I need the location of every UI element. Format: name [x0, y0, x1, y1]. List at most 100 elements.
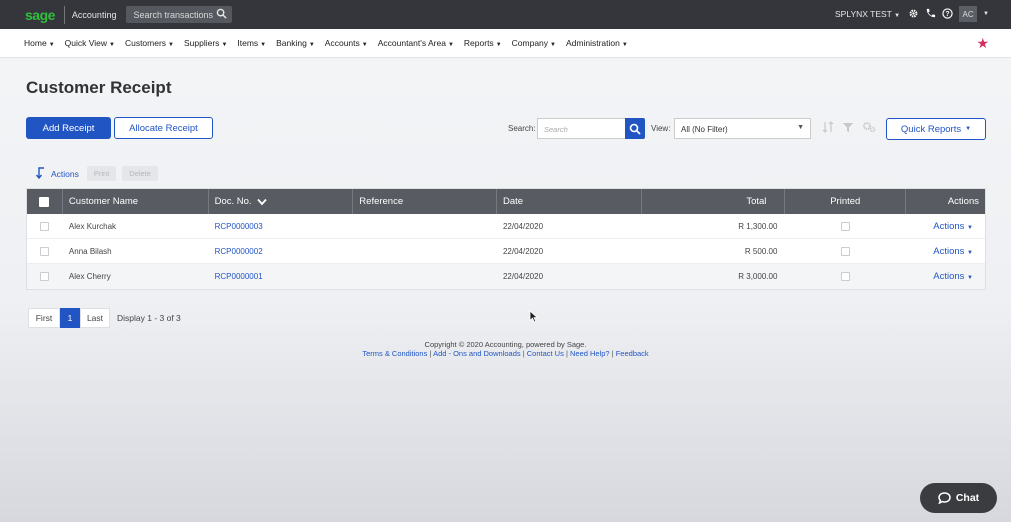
receipts-table: Customer Name Doc. No. Reference Date To… — [26, 188, 986, 290]
add-receipt-button[interactable]: Add Receipt — [26, 117, 111, 139]
table-row[interactable]: Alex Cherry RCP0000001 22/04/2020 R 3,00… — [27, 264, 985, 289]
first-page-button[interactable]: First — [28, 308, 60, 328]
menu-item-suppliers[interactable]: Suppliers ▼ — [184, 38, 227, 48]
footer-link-terms[interactable]: Terms & Conditions — [362, 349, 427, 358]
filter-icon[interactable] — [842, 121, 854, 135]
caret-down-icon: ▼ — [308, 42, 315, 48]
menu-item-administration[interactable]: Administration ▼ — [566, 38, 628, 48]
app-name: Accounting — [71, 9, 117, 20]
doc-no-link[interactable]: RCP0000002 — [215, 247, 263, 256]
header-doc-no-label: Doc. No. — [214, 196, 252, 207]
chat-label: Chat — [955, 492, 980, 504]
menu-label: Banking — [276, 38, 307, 48]
print-button[interactable]: Print — [86, 166, 117, 181]
menu-item-home[interactable]: Home ▼ — [24, 38, 55, 48]
phone-icon[interactable] — [925, 8, 936, 21]
caret-down-icon: ▼ — [447, 42, 454, 48]
delete-button[interactable]: Delete — [122, 166, 158, 181]
menu-item-banking[interactable]: Banking ▼ — [276, 38, 315, 48]
doc-no-cell: RCP0000002 — [209, 239, 354, 263]
caret-down-icon: ▼ — [550, 42, 556, 48]
header-reference[interactable]: Reference — [353, 189, 497, 214]
header-actions: Actions — [947, 196, 979, 207]
company-name: SPLYNX TEST — [835, 9, 892, 19]
printed-checkbox[interactable] — [841, 221, 851, 231]
doc-no-link[interactable]: RCP0000001 — [215, 272, 263, 281]
sort-desc-icon — [256, 198, 267, 205]
caret-down-icon: ▼ — [221, 42, 228, 48]
user-avatar[interactable]: AC — [959, 6, 978, 22]
favorite-star-icon[interactable]: ★ — [976, 35, 989, 52]
menu-item-company[interactable]: Company ▼ — [512, 38, 556, 48]
doc-no-link[interactable]: RCP0000003 — [215, 222, 263, 231]
logo-divider — [63, 5, 65, 24]
menu-label: Administration — [565, 38, 620, 48]
row-checkbox[interactable] — [40, 272, 50, 281]
header-total[interactable]: Total — [642, 189, 786, 214]
search-input[interactable]: Search — [537, 118, 626, 139]
header-customer-name[interactable]: Customer Name — [63, 189, 209, 214]
row-actions-dropdown[interactable]: Actions ▼ — [933, 246, 973, 257]
footer-link-help[interactable]: Need Help? — [570, 349, 610, 358]
select-all-cell — [27, 189, 63, 214]
bulk-actions-arrow-icon — [35, 166, 46, 181]
user-menu-chevron-icon[interactable]: ▼ — [983, 11, 989, 17]
footer-link-contact[interactable]: Contact Us — [527, 349, 564, 358]
gear-icon[interactable] — [908, 8, 919, 21]
menu-item-items[interactable]: Items ▼ — [237, 38, 266, 48]
search-button[interactable] — [625, 118, 645, 139]
last-page-button[interactable]: Last — [80, 308, 110, 328]
header-printed[interactable]: Printed — [785, 189, 907, 214]
date: 22/04/2020 — [502, 221, 544, 231]
row-select-cell — [27, 214, 63, 238]
menu-item-quick-view[interactable]: Quick View ▼ — [65, 38, 115, 48]
menu-label: Company — [511, 38, 549, 48]
doc-no-cell: RCP0000001 — [209, 264, 354, 289]
table-row[interactable]: Alex Kurchak RCP0000003 22/04/2020 R 1,3… — [27, 214, 985, 239]
footer-link-feedback[interactable]: Feedback — [616, 349, 649, 358]
caret-down-icon: ▼ — [621, 42, 628, 48]
company-selector[interactable]: SPLYNX TEST ▼ — [835, 9, 900, 19]
menu-item-accounts[interactable]: Accounts ▼ — [325, 38, 368, 48]
quick-reports-button[interactable]: Quick Reports ▼ — [886, 118, 986, 140]
reference — [353, 264, 497, 289]
row-actions-cell: Actions ▼ — [906, 264, 985, 289]
table-row[interactable]: Anna Bilash RCP0000002 22/04/2020 R 500.… — [27, 239, 985, 264]
total: R 500.00 — [744, 246, 778, 256]
menu-item-reports[interactable]: Reports ▼ — [464, 38, 502, 48]
view-filter-select[interactable]: All (No Filter) ▼ — [674, 118, 811, 139]
allocate-receipt-button[interactable]: Allocate Receipt — [114, 117, 213, 139]
select-all-checkbox[interactable] — [39, 196, 50, 207]
printed-cell — [785, 214, 906, 238]
footer-link-addons[interactable]: Add - Ons and Downloads — [433, 349, 521, 358]
menu-item-customers[interactable]: Customers ▼ — [125, 38, 174, 48]
row-checkbox[interactable] — [40, 246, 50, 256]
help-icon[interactable]: ? — [942, 7, 953, 21]
caret-down-icon: ▼ — [967, 249, 973, 256]
caret-down-icon: ▼ — [965, 126, 972, 132]
header-date[interactable]: Date — [497, 189, 642, 214]
chat-button[interactable]: Chat — [920, 483, 997, 513]
printed-checkbox[interactable] — [841, 246, 851, 256]
settings-gears-icon[interactable] — [862, 121, 876, 135]
caret-down-icon: ▼ — [361, 42, 368, 48]
menu-label: Accountant's Area — [377, 38, 446, 48]
menu-label: Suppliers — [184, 38, 220, 48]
row-checkbox[interactable] — [40, 221, 50, 231]
pagination-info: Display 1 - 3 of 3 — [117, 313, 181, 323]
global-search-input[interactable]: Search transactions — [126, 6, 233, 23]
table-header: Customer Name Doc. No. Reference Date To… — [27, 189, 985, 214]
search-icon[interactable] — [216, 8, 228, 21]
printed-checkbox[interactable] — [841, 272, 851, 281]
row-actions-dropdown[interactable]: Actions ▼ — [933, 221, 973, 232]
header-doc-no[interactable]: Doc. No. — [209, 189, 354, 214]
row-actions-dropdown[interactable]: Actions ▼ — [933, 271, 973, 282]
current-page-button[interactable]: 1 — [60, 308, 80, 328]
row-actions-label: Actions — [933, 245, 965, 257]
menu-item-accountants-area[interactable]: Accountant's Area ▼ — [378, 38, 454, 48]
sort-icon[interactable] — [822, 121, 834, 135]
sage-logo[interactable]: sage — [25, 7, 55, 23]
page-title: Customer Receipt — [26, 78, 172, 97]
bulk-actions-link[interactable]: Actions — [51, 169, 79, 179]
global-search-placeholder: Search transactions — [133, 9, 213, 20]
